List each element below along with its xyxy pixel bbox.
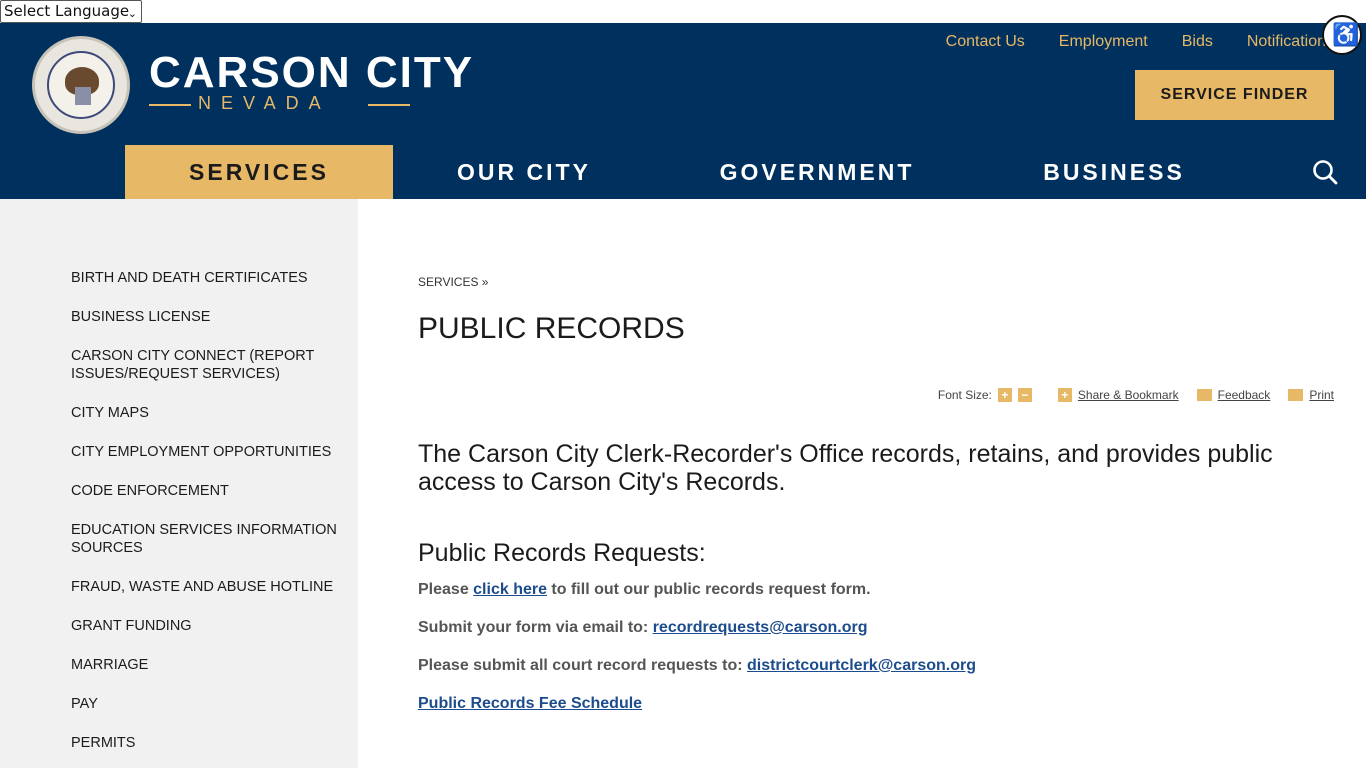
sidebar-item-city-maps[interactable]: CITY MAPS <box>71 404 341 422</box>
city-seal-logo[interactable] <box>32 36 130 134</box>
nav-services[interactable]: SERVICES <box>125 145 393 199</box>
nav-our-city[interactable]: OUR CITY <box>393 145 655 199</box>
sidebar-item-education[interactable]: EDUCATION SERVICES INFORMATION SOURCES <box>71 521 341 557</box>
sidebar-item-code-enforcement[interactable]: CODE ENFORCEMENT <box>71 482 341 500</box>
font-size-label: Font Size: <box>937 388 992 402</box>
intro-text: The Carson City Clerk-Recorder's Office … <box>418 440 1273 496</box>
share-bookmark-link[interactable]: Share & Bookmark <box>1078 388 1179 402</box>
court-records-pre: Please submit all court record requests … <box>418 657 747 674</box>
page-title: PUBLIC RECORDS <box>418 312 685 345</box>
email-line: Submit your form via email to: recordreq… <box>418 619 867 637</box>
sidebar-item-carson-city-connect[interactable]: CARSON CITY CONNECT (REPORT ISSUES/REQUE… <box>71 347 341 383</box>
contact-us-link[interactable]: Contact Us <box>946 33 1025 51</box>
fee-schedule-line: Public Records Fee Schedule <box>418 695 642 713</box>
notifications-link[interactable]: Notifications <box>1247 33 1334 51</box>
font-increase-icon[interactable]: + <box>997 388 1012 402</box>
feedback-icon <box>1196 389 1212 401</box>
font-decrease-icon[interactable]: − <box>1017 388 1032 402</box>
request-form-pre: Please <box>418 581 474 598</box>
main-nav: SERVICES OUR CITY GOVERNMENT BUSINESS <box>0 145 1366 199</box>
requests-heading: Public Records Requests: <box>418 539 706 567</box>
record-requests-email-link[interactable]: recordrequests@carson.org <box>653 619 868 636</box>
brand-divider-right <box>368 104 410 106</box>
language-select-label: Select Language <box>4 2 130 20</box>
feedback-link[interactable]: Feedback <box>1218 388 1271 402</box>
employment-link[interactable]: Employment <box>1059 33 1148 51</box>
main-content: SERVICES » PUBLIC RECORDS Font Size: + −… <box>418 199 1334 768</box>
search-icon[interactable] <box>1312 159 1338 185</box>
sidebar-item-permits[interactable]: PERMITS <box>71 734 341 752</box>
request-form-line: Please click here to fill out our public… <box>418 581 871 599</box>
sidebar-item-grant-funding[interactable]: GRANT FUNDING <box>71 617 341 635</box>
language-bar: Select Language ⌄ <box>0 0 1366 23</box>
sidebar-item-business-license[interactable]: BUSINESS LICENSE <box>71 308 341 326</box>
nav-government[interactable]: GOVERNMENT <box>655 145 979 199</box>
utility-links: Contact Us Employment Bids Notifications <box>946 33 1334 51</box>
sidebar: BIRTH AND DEATH CERTIFICATES BUSINESS LI… <box>0 199 358 768</box>
sidebar-item-marriage[interactable]: MARRIAGE <box>71 656 341 674</box>
breadcrumb[interactable]: SERVICES » <box>418 275 488 289</box>
seal-inner-ring <box>47 51 115 119</box>
accessibility-icon[interactable]: ♿ <box>1322 15 1362 55</box>
bids-link[interactable]: Bids <box>1182 33 1213 51</box>
sidebar-item-pay[interactable]: PAY <box>71 695 341 713</box>
sidebar-item-birth-death[interactable]: BIRTH AND DEATH CERTIFICATES <box>71 269 341 287</box>
building-icon <box>75 87 91 105</box>
request-form-post: to fill out our public records request f… <box>546 581 871 598</box>
court-clerk-email-link[interactable]: districtcourtclerk@carson.org <box>747 657 976 674</box>
site-header: CARSON CITY NEVADA Contact Us Employment… <box>0 15 1366 199</box>
brand-subtitle: NEVADA <box>198 93 331 113</box>
page-tools: Font Size: + − + Share & Bookmark Feedba… <box>938 388 1334 402</box>
email-line-pre: Submit your form via email to: <box>418 619 653 636</box>
brand-divider-left <box>149 104 191 106</box>
court-records-line: Please submit all court record requests … <box>418 657 976 675</box>
nav-business[interactable]: BUSINESS <box>979 145 1249 199</box>
language-select[interactable]: Select Language ⌄ <box>0 0 142 23</box>
brand-title[interactable]: CARSON CITY <box>149 48 474 98</box>
print-link[interactable]: Print <box>1309 388 1334 402</box>
chevron-down-icon: ⌄ <box>127 7 137 20</box>
share-icon: + <box>1057 388 1072 402</box>
service-finder-button[interactable]: SERVICE FINDER <box>1135 70 1334 120</box>
sidebar-item-employment[interactable]: CITY EMPLOYMENT OPPORTUNITIES <box>71 443 341 461</box>
sidebar-item-fraud-hotline[interactable]: FRAUD, WASTE AND ABUSE HOTLINE <box>71 578 341 596</box>
print-icon <box>1288 389 1304 401</box>
click-here-link[interactable]: click here <box>473 581 547 598</box>
fee-schedule-link[interactable]: Public Records Fee Schedule <box>418 695 642 712</box>
